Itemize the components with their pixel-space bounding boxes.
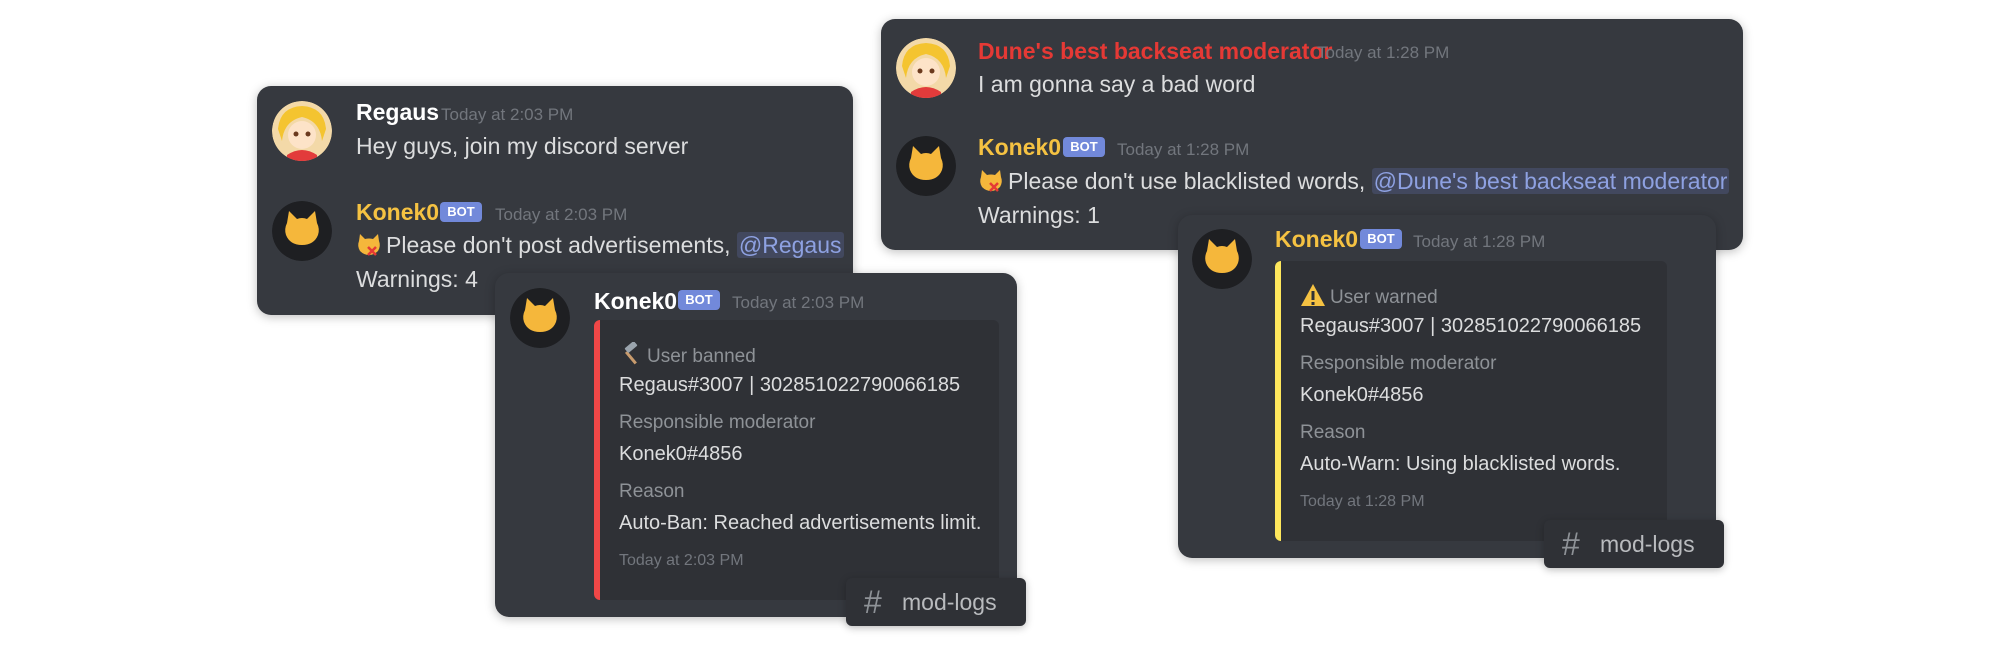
- channel-name: mod-logs: [1600, 531, 1695, 557]
- cat-emoji-icon: [356, 233, 382, 263]
- embed-mod-label: Responsible moderator: [619, 412, 816, 433]
- warnings-text: Warnings: 4: [356, 266, 478, 292]
- embed-reason-value: Auto-Ban: Reached advertisements limit.: [619, 512, 982, 534]
- embed-mod-value: Konek0#4856: [619, 443, 743, 465]
- embed-footer-timestamp: Today at 1:28 PM: [1300, 493, 1425, 510]
- user-mention[interactable]: @Regaus: [736, 232, 844, 258]
- message-text: Hey guys, join my discord server: [356, 133, 689, 159]
- embed-reason-value: Auto-Warn: Using blacklisted words.: [1300, 453, 1621, 475]
- bot-tag: BOT: [440, 202, 482, 222]
- message-author[interactable]: Konek0: [356, 199, 439, 226]
- embed-action-label: User banned: [647, 346, 756, 367]
- message-author[interactable]: Konek0: [1275, 226, 1358, 253]
- user-mention[interactable]: @Dune's best backseat moderator: [1371, 168, 1730, 194]
- embed-action-title: User banned: [619, 341, 756, 372]
- message-author[interactable]: Regaus: [356, 99, 439, 126]
- embed-mod-value: Konek0#4856: [1300, 384, 1424, 406]
- embed-action-title: User warned: [1300, 283, 1438, 313]
- cat-emoji-icon: [978, 169, 1004, 199]
- dune-avatar[interactable]: [896, 38, 956, 98]
- channel-tag[interactable]: # mod-logs: [1544, 520, 1724, 568]
- message-timestamp: Today at 2:03 PM: [732, 293, 865, 312]
- warning-icon: [1300, 283, 1326, 313]
- koneko-avatar[interactable]: [510, 288, 570, 348]
- hash-icon: #: [864, 584, 882, 620]
- message-author[interactable]: Konek0: [978, 134, 1061, 161]
- channel-tag[interactable]: # mod-logs: [846, 578, 1026, 626]
- bot-tag: BOT: [678, 290, 720, 310]
- warnings-text: Warnings: 1: [978, 202, 1100, 228]
- message-timestamp: Today at 1:28 PM: [1317, 43, 1450, 62]
- mod-log-embed: User banned Regaus#3007 | 30285102279006…: [594, 320, 999, 600]
- message-author[interactable]: Konek0: [594, 288, 677, 315]
- bot-tag: BOT: [1063, 137, 1105, 157]
- embed-mod-label: Responsible moderator: [1300, 353, 1497, 374]
- message-timestamp: Today at 1:28 PM: [1117, 140, 1250, 159]
- right-mod-log-card: Konek0 BOT Today at 1:28 PM User warned …: [1178, 215, 1716, 558]
- embed-user-value: Regaus#3007 | 302851022790066185: [1300, 315, 1642, 337]
- message-body: Please don't use blacklisted words,: [1008, 168, 1372, 194]
- message-text: Please don't post advertisements, @Regau…: [356, 232, 844, 263]
- embed-action-label: User warned: [1330, 287, 1438, 308]
- mod-log-embed: User warned Regaus#3007 | 30285102279006…: [1275, 261, 1667, 541]
- left-mod-log-card: Konek0 BOT Today at 2:03 PM User banned …: [495, 273, 1017, 617]
- hash-icon: #: [1562, 526, 1580, 562]
- embed-reason-label: Reason: [1300, 422, 1366, 443]
- embed-color-bar: [594, 320, 600, 600]
- regaus-avatar[interactable]: [272, 101, 332, 161]
- message-text: I am gonna say a bad word: [978, 71, 1256, 97]
- koneko-avatar[interactable]: [272, 201, 332, 261]
- bot-tag: BOT: [1360, 229, 1402, 249]
- hammer-icon: [619, 341, 643, 372]
- message-body: Please don't post advertisements,: [386, 232, 737, 258]
- embed-reason-label: Reason: [619, 481, 685, 502]
- embed-footer-timestamp: Today at 2:03 PM: [619, 552, 744, 569]
- embed-color-bar: [1275, 261, 1281, 541]
- message-timestamp: Today at 2:03 PM: [441, 105, 574, 124]
- message-text: Please don't use blacklisted words, @Dun…: [978, 168, 1730, 199]
- channel-name: mod-logs: [902, 589, 997, 615]
- message-author[interactable]: Dune's best backseat moderator: [978, 38, 1332, 65]
- embed-user-value: Regaus#3007 | 302851022790066185: [619, 374, 961, 396]
- koneko-avatar[interactable]: [896, 136, 956, 196]
- message-timestamp: Today at 2:03 PM: [495, 205, 628, 224]
- koneko-avatar[interactable]: [1192, 229, 1252, 289]
- message-timestamp: Today at 1:28 PM: [1413, 232, 1546, 251]
